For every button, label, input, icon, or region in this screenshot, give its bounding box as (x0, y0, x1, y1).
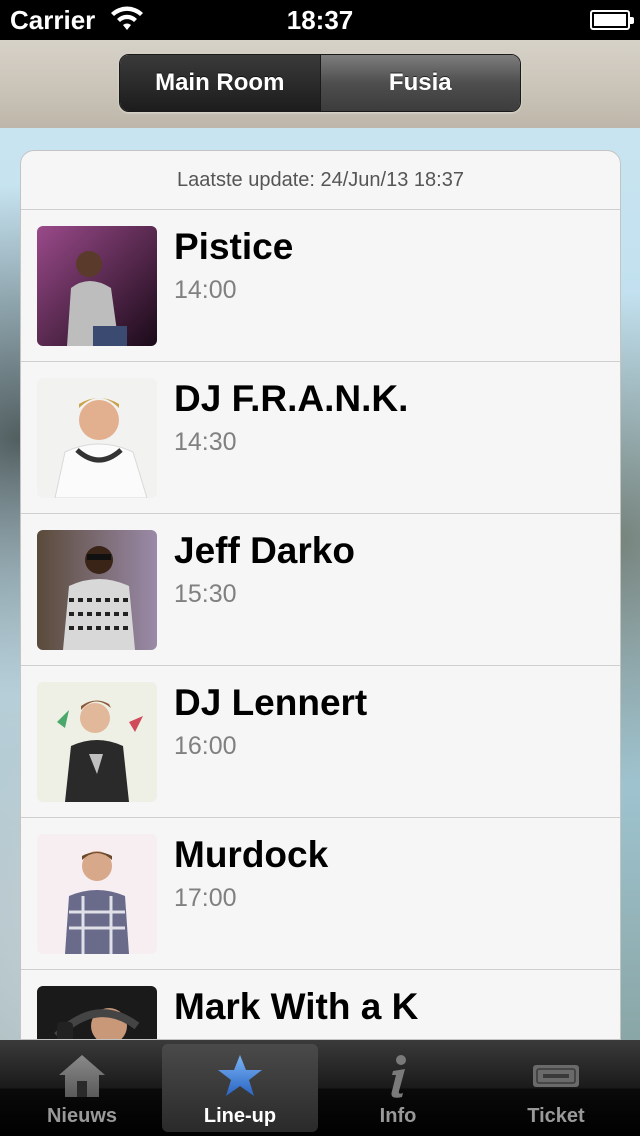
set-time: 15:30 (174, 580, 237, 608)
list-item[interactable]: DJ F.R.A.N.K. 14:30 (21, 362, 620, 514)
set-time: 16:00 (174, 732, 237, 760)
lineup-list: Laatste update: 24/Jun/13 18:37 Pistice … (20, 150, 621, 1040)
tab-nieuws[interactable]: Nieuws (4, 1044, 160, 1132)
artist-photo (37, 226, 157, 346)
info-icon (391, 1055, 406, 1098)
artist-photo (37, 378, 157, 498)
tab-bar: Nieuws Line-up Info Ticket (0, 1040, 640, 1136)
last-update-label: Laatste update: 24/Jun/13 18:37 (21, 151, 620, 210)
artist-name: DJ Lennert (174, 682, 368, 723)
artist-name: Pistice (174, 226, 294, 267)
set-time: 17:00 (174, 884, 237, 912)
artist-name: DJ F.R.A.N.K. (174, 378, 409, 419)
status-time: 18:37 (286, 5, 354, 35)
tab-label: Info (379, 1105, 417, 1127)
house-icon (59, 1055, 105, 1097)
list-item[interactable]: Mark With a K (21, 970, 620, 1039)
tab-ticket[interactable]: Ticket (478, 1044, 634, 1132)
ticket-icon (533, 1065, 579, 1087)
set-time: 14:30 (174, 428, 237, 456)
list-item[interactable]: DJ Lennert 16:00 (21, 666, 620, 818)
set-time: 14:00 (174, 276, 237, 304)
battery-icon (590, 10, 634, 30)
status-bar: Carrier 18:37 (0, 0, 640, 40)
tab-info[interactable]: Info (320, 1044, 476, 1132)
artist-name: Mark With a K (174, 986, 419, 1027)
list-item[interactable]: Pistice 14:00 (21, 210, 620, 362)
tab-line-up[interactable]: Line-up (162, 1044, 318, 1132)
tab-label: Line-up (203, 1105, 277, 1127)
tab-label: Ticket (527, 1105, 585, 1127)
tab-label: Nieuws (46, 1105, 118, 1127)
artist-photo (37, 682, 157, 802)
segment-main-room[interactable]: Main Room (120, 55, 320, 111)
room-segmented-control: Main Room Fusia (119, 54, 521, 112)
star-icon (218, 1055, 262, 1096)
artist-photo (37, 834, 157, 954)
list-item[interactable]: Murdock 17:00 (21, 818, 620, 970)
artist-photo (37, 986, 157, 1039)
segment-fusia[interactable]: Fusia (319, 55, 520, 111)
artist-name: Murdock (174, 834, 329, 875)
artist-name: Jeff Darko (174, 530, 355, 571)
artist-photo (37, 530, 157, 650)
list-item[interactable]: Jeff Darko 15:30 (21, 514, 620, 666)
